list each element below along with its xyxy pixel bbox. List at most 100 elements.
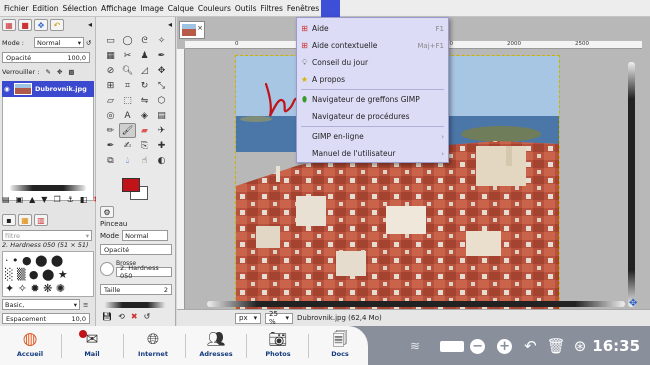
smudge-icon[interactable]: ☝ (136, 153, 153, 168)
menu-fenetres[interactable]: Fenêtres (285, 0, 321, 17)
horizontal-scrollbar[interactable] (207, 301, 625, 307)
menu-item-navigateur-greffons[interactable]: ⬮ Navigateur de greffons GIMP (297, 91, 448, 108)
color-select-icon[interactable]: ▦ (102, 48, 119, 63)
bucket-fill-icon[interactable]: ◈ (136, 108, 153, 123)
trash-icon[interactable]: 🗑︎ (547, 337, 566, 355)
ellipse-select-icon[interactable]: ◯ (119, 33, 136, 48)
perspective-clone-icon[interactable]: ⧉ (102, 153, 119, 168)
dock-menu-icon[interactable]: ◂ (88, 20, 92, 29)
menu-item-navigateur-procedures[interactable]: Navigateur de procédures (297, 108, 448, 125)
free-select-icon[interactable]: ᘓ (136, 33, 153, 48)
taskbar-adresses-button[interactable]: 👥︎ Adresses (188, 330, 244, 362)
menu-filtres[interactable]: Filtres (259, 0, 285, 17)
save-options-icon[interactable]: 💾︎ (102, 312, 112, 321)
color-picker-icon[interactable]: ⊘ (102, 63, 119, 78)
shear-icon[interactable]: ▱ (102, 93, 119, 108)
brush-sample[interactable]: · • ● ⬤ ⬤ (5, 254, 63, 267)
align-icon[interactable]: ⊞ (102, 78, 119, 93)
eraser-icon[interactable]: ▰ (136, 123, 153, 138)
blur-icon[interactable]: 💧︎ (119, 153, 136, 168)
blend-icon[interactable]: ▤ (153, 108, 170, 123)
anchor-icon[interactable]: ⚓ (67, 195, 74, 204)
menu-item-aide[interactable]: ⊞ Aide F1 (297, 20, 448, 37)
mask-icon[interactable]: ◧ (80, 195, 88, 204)
flip-icon[interactable]: ⇋ (136, 93, 153, 108)
ink-icon[interactable]: ✒ (102, 138, 119, 153)
move-icon[interactable]: ✥ (153, 63, 170, 78)
battery-icon[interactable] (440, 340, 465, 352)
lock-alpha-icon[interactable]: ▩ (68, 68, 74, 76)
menu-outils[interactable]: Outils (233, 0, 259, 17)
taskbar-internet-button[interactable]: 🌐︎ Internet (125, 330, 181, 362)
menu-item-gimp-en-ligne[interactable]: GIMP en-ligne › (297, 128, 448, 145)
menu-couleurs[interactable]: Couleurs (196, 0, 233, 17)
visibility-eye-icon[interactable]: ◉ (4, 85, 10, 93)
undo-tab-icon[interactable]: ↶ (50, 19, 64, 31)
menu-calque[interactable]: Calque (166, 0, 196, 17)
crop-icon[interactable]: ⌗ (119, 78, 136, 93)
brushes-grid[interactable]: · • ● ⬤ ⬤ ░ ▒ ● ⬤ ★ ✦ ✧ ✹ ❋ ✺ (2, 251, 94, 297)
help-lifebuoy-icon[interactable]: ⊛ (574, 337, 587, 355)
menu-image[interactable]: Image (138, 0, 166, 17)
restore-options-icon[interactable]: ⟲ (118, 312, 125, 321)
paths-tab-icon[interactable]: ✥ (34, 19, 48, 31)
menu-item-a-propos[interactable]: ★ A propos (297, 71, 448, 88)
mypaint-brush-icon[interactable]: ✍ (119, 138, 136, 153)
patterns-tab-icon[interactable]: ▦ (18, 214, 32, 226)
foreground-select-icon[interactable]: ♟ (136, 48, 153, 63)
delete-options-icon[interactable]: ✖ (131, 312, 138, 321)
menu-item-aide-contextuelle[interactable]: ⊞ Aide contextuelle Maj+F1 (297, 37, 448, 54)
brushes-tab-icon[interactable]: ▪ (2, 214, 16, 226)
duplicate-layer-icon[interactable]: ❐ (53, 195, 60, 204)
cage-icon[interactable]: ⬡ (153, 93, 170, 108)
toolbox-menu-icon[interactable]: ◂ (168, 20, 172, 29)
menu-item-conseil-du-jour[interactable]: 💡︎ Conseil du jour (297, 54, 448, 71)
taskbar-photos-button[interactable]: 📷︎ Photos (250, 330, 306, 362)
pencil-icon[interactable]: ✏ (102, 123, 119, 138)
tool-options-scrollbar[interactable] (104, 302, 166, 308)
heal-icon[interactable]: ✚ (153, 138, 170, 153)
opacity-field[interactable]: Opacité 100,0 (2, 52, 90, 63)
lower-layer-icon[interactable]: ▼ (41, 195, 47, 204)
navigate-icon[interactable]: ✥ (629, 298, 637, 309)
rotate-icon[interactable]: ↻ (136, 78, 153, 93)
taskbar-mail-button[interactable]: ✉ Mail (64, 330, 120, 362)
undo-icon[interactable]: ↶ (524, 337, 537, 355)
gradients-tab-icon[interactable]: ▥ (34, 214, 48, 226)
text-icon[interactable]: A (119, 108, 136, 123)
lock-pixels-icon[interactable]: ✎ (45, 68, 50, 76)
tool-brush-field[interactable]: 2. Hardness 050 (116, 264, 172, 280)
image-tab[interactable]: × (179, 21, 205, 39)
rect-select-icon[interactable]: ▭ (102, 33, 119, 48)
layers-scrollbar[interactable] (10, 185, 86, 191)
new-layer-icon[interactable]: ▤ (2, 195, 10, 204)
spacing-field[interactable]: Espacement 10,0 (2, 313, 90, 324)
perspective-icon[interactable]: ⬚ (119, 93, 136, 108)
clone-icon[interactable]: ⎘ (136, 138, 153, 153)
close-icon[interactable]: × (197, 24, 203, 32)
layer-row[interactable]: ◉ Dubrovnik.jpg (2, 81, 94, 97)
warp-icon[interactable]: ◎ (102, 108, 119, 123)
paintbrush-icon[interactable]: 🖌︎ (119, 123, 136, 138)
fuzzy-select-icon[interactable]: ✧ (153, 33, 170, 48)
vertical-scrollbar[interactable] (628, 62, 635, 307)
brush-preset-menu-icon[interactable]: ≡ (83, 301, 88, 309)
zoom-select[interactable]: 25 % ▾ (265, 310, 293, 326)
tool-options-tab-icon[interactable]: ⚙ (100, 206, 114, 218)
menu-affichage[interactable]: Affichage (99, 0, 138, 17)
lock-position-icon[interactable]: ✥ (57, 68, 62, 76)
brush-sample[interactable]: ✦ ✧ ✹ ❋ ✺ (5, 282, 65, 295)
wifi-icon[interactable]: ≋ (410, 339, 420, 353)
zoom-in-icon[interactable]: + (497, 338, 513, 354)
menu-selection[interactable]: Sélection (60, 0, 99, 17)
menu-item-manuel[interactable]: Manuel de l'utilisateur › (297, 145, 448, 162)
airbrush-icon[interactable]: ✈ (153, 123, 170, 138)
mode-select[interactable]: Normal ▾ (34, 37, 84, 48)
scale-icon[interactable]: ⤡ (153, 78, 170, 93)
brush-preview-icon[interactable] (100, 261, 114, 276)
tool-opacity-field[interactable]: Opacité (100, 244, 172, 255)
measure-icon[interactable]: ◿ (136, 63, 153, 78)
raise-layer-icon[interactable]: ▲ (29, 195, 35, 204)
reset-options-icon[interactable]: ↺ (144, 312, 151, 321)
menu-edition[interactable]: Edition (31, 0, 61, 17)
